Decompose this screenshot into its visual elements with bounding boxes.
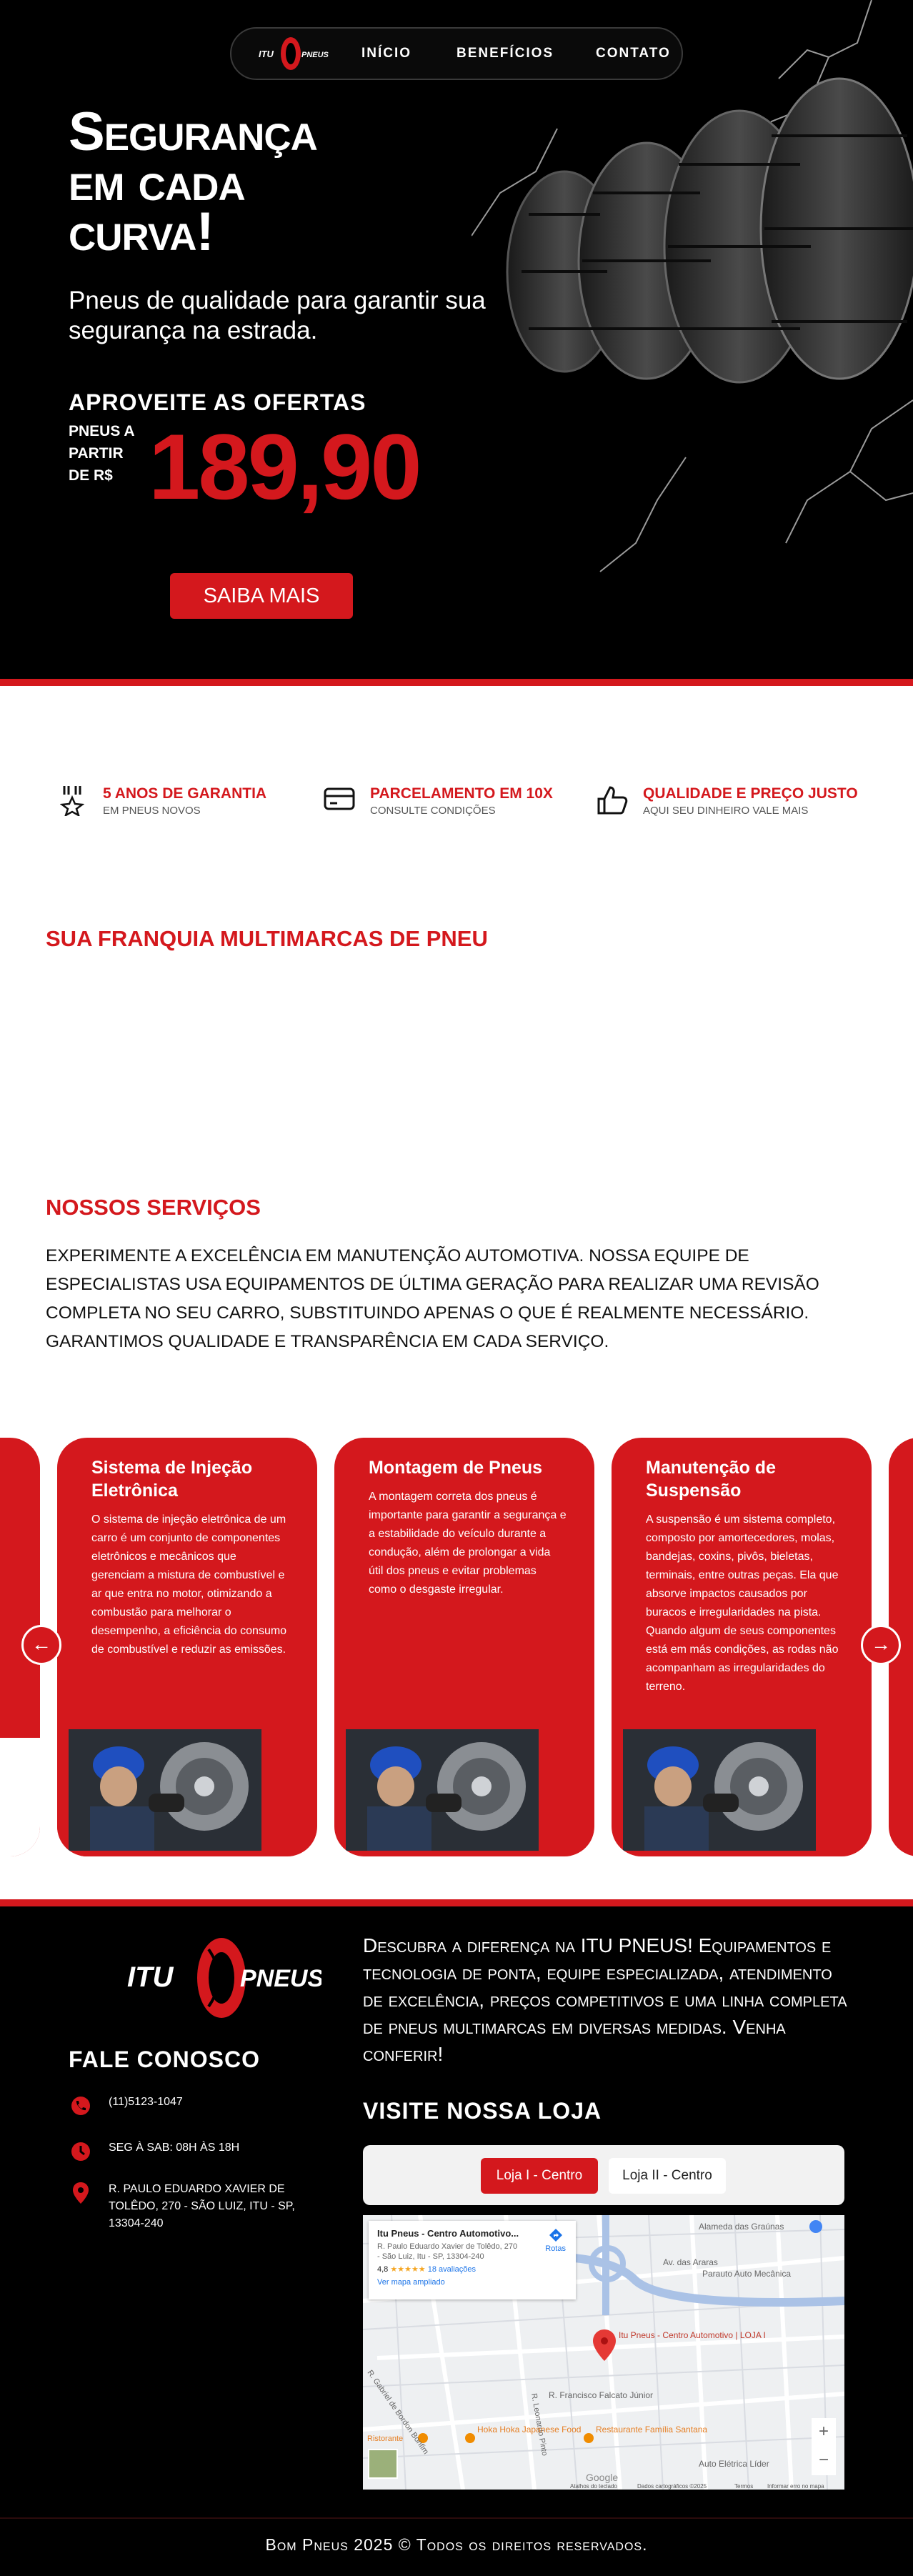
- directions-icon: [549, 2229, 562, 2242]
- footer-logo: ITU PNEUS: [121, 1935, 324, 2021]
- services-text: EXPERIMENTE A EXCELÊNCIA EM MANUTENÇÃO A…: [46, 1246, 819, 1351]
- footer: ITU PNEUS FALE CONOSCO (11)5123-1047 SEG…: [0, 1906, 913, 2576]
- visit-title: VISITE NOSSA LOJA: [363, 2098, 602, 2124]
- svg-text:ITU: ITU: [127, 1961, 174, 1993]
- tire-logo-icon: ITU PNEUS: [127, 1938, 324, 2018]
- map-rating: 4,8: [377, 2265, 389, 2274]
- service-card-body: A montagem correta dos pneus é important…: [369, 1491, 567, 1596]
- feature-warranty: 5 ANOS DE GARANTIA EM PNEUS NOVOS: [51, 785, 266, 827]
- nav-beneficios[interactable]: BENEFÍCIOS: [456, 46, 554, 61]
- feature-subtitle: AQUI SEU DINHEIRO VALE MAIS: [643, 805, 809, 817]
- tire-logo-icon: ITU PNEUS: [259, 37, 329, 70]
- feature-title: QUALIDADE E PREÇO JUSTO: [643, 785, 858, 802]
- copyright-divider: [0, 2517, 913, 2519]
- service-card-body: A suspensão é um sistema completo, compo…: [646, 1513, 839, 1693]
- feature-subtitle: CONSULTE CONDIÇÕES: [370, 805, 496, 817]
- map-pin-icon: [73, 2182, 89, 2204]
- service-card[interactable]: Manutenção de Suspensão A suspensão é um…: [612, 1438, 872, 1856]
- svg-text:PNEUS: PNEUS: [240, 1965, 321, 1992]
- svg-text:R. Francisco Falcato Júnior: R. Francisco Falcato Júnior: [549, 2390, 653, 2400]
- svg-text:ITU: ITU: [259, 49, 274, 59]
- footer-divider: [0, 1899, 913, 1906]
- clock-icon: [71, 2142, 90, 2161]
- medal-icon: [51, 785, 93, 826]
- services-carousel: Sistema de Injeção Eletrônica O sistema …: [0, 1438, 913, 1856]
- zoom-out-button: −: [819, 2450, 829, 2470]
- svg-text:Alameda das Graúnas: Alameda das Graúnas: [699, 2222, 784, 2232]
- contact-hours: SEG À SAB: 08H ÀS 18H: [69, 2139, 316, 2164]
- carousel-prev-button[interactable]: ←: [21, 1625, 61, 1665]
- nav-contato[interactable]: CONTATO: [596, 46, 671, 61]
- credit-card-icon: [319, 785, 360, 826]
- svg-text:Parauto Auto Mecânica: Parauto Auto Mecânica: [702, 2269, 791, 2279]
- top-nav: ITU PNEUS INÍCIO BENEFÍCIOS CONTATO: [230, 27, 683, 80]
- copyright: Bom Pneus 2025 © Todos os direitos reser…: [265, 2535, 648, 2554]
- tab-loja-1[interactable]: Loja I - Centro: [481, 2158, 598, 2194]
- contact-address-text: R. PAULO EDUARDO XAVIER DE TOLÊDO, 270 -…: [109, 2183, 295, 2229]
- contact-phone[interactable]: (11)5123-1047: [69, 2094, 316, 2118]
- hero-divider: [0, 679, 913, 686]
- thumbs-up-icon: [592, 785, 633, 826]
- svg-text:Itu Pneus - Centro Automotivo: Itu Pneus - Centro Automotivo | LOJA I: [619, 2330, 766, 2340]
- offer-title: APROVEITE AS OFERTAS: [69, 389, 366, 415]
- mechanic-image: [623, 1729, 816, 1851]
- hero-subtitle: Pneus de qualidade para garantir sua seg…: [69, 287, 486, 344]
- service-card-title: Montagem de Pneus: [369, 1458, 543, 1478]
- feature-quality: QUALIDADE E PREÇO JUSTO AQUI SEU DINHEIR…: [592, 785, 858, 827]
- svg-text:Dados cartográficos ©2025: Dados cartográficos ©2025: [637, 2483, 707, 2490]
- satellite-toggle: [368, 2449, 398, 2479]
- offer-price: 189,90: [149, 414, 422, 519]
- store-tabs: Loja I - Centro Loja II - Centro: [363, 2145, 844, 2205]
- map-place-card: Itu Pneus - Centro Automotivo... R. Paul…: [369, 2221, 576, 2299]
- svg-text:PNEUS: PNEUS: [301, 51, 329, 59]
- service-card[interactable]: Sistema de Injeção Eletrônica O sistema …: [57, 1438, 317, 1856]
- svg-text:Av. das Araras: Av. das Araras: [663, 2257, 718, 2267]
- feature-title: 5 ANOS DE GARANTIA: [103, 785, 267, 802]
- hero-section: ITU PNEUS INÍCIO BENEFÍCIOS CONTATO Segu…: [0, 0, 913, 679]
- offer-prefix: PNEUS A PARTIR DE R$: [69, 423, 134, 484]
- services-title: NOSSOS SERVIÇOS: [46, 1195, 261, 1220]
- svg-text:Auto Elétrica Líder: Auto Elétrica Líder: [699, 2459, 769, 2469]
- svg-text:Google: Google: [586, 2472, 618, 2483]
- mechanic-image: [69, 1729, 261, 1851]
- map-place-name: Itu Pneus - Centro Automotivo...: [377, 2228, 519, 2239]
- contact-phone-text: (11)5123-1047: [109, 2096, 183, 2108]
- contact-hours-text: SEG À SAB: 08H ÀS 18H: [109, 2142, 240, 2154]
- svg-text:Ristorante: Ristorante: [367, 2435, 403, 2443]
- saiba-mais-button[interactable]: SAIBA MAIS: [170, 573, 353, 619]
- about-text: Descubra a diferença na ITU PNEUS! Equip…: [363, 1934, 847, 2065]
- hero-title: Segurança em cada curva!: [69, 105, 469, 259]
- svg-text:Informar erro no mapa: Informar erro no mapa: [767, 2483, 824, 2490]
- feature-subtitle: EM PNEUS NOVOS: [103, 805, 201, 817]
- map-directions-button[interactable]: Rotas: [545, 2228, 566, 2253]
- carousel-next-button[interactable]: →: [861, 1625, 901, 1665]
- store-map[interactable]: Itu Pneus - Centro Automotivo | LOJA I A…: [363, 2215, 844, 2490]
- svg-text:Termos: Termos: [734, 2483, 753, 2490]
- map-enlarge-link[interactable]: Ver mapa ampliado: [377, 2278, 567, 2287]
- zoom-in-button: +: [819, 2422, 829, 2441]
- svg-text:Atalhos do teclado: Atalhos do teclado: [570, 2483, 617, 2490]
- contact-address[interactable]: R. PAULO EDUARDO XAVIER DE TOLÊDO, 270 -…: [69, 2181, 316, 2232]
- nav-inicio[interactable]: INÍCIO: [361, 46, 411, 61]
- nav-logo[interactable]: ITU PNEUS: [251, 36, 330, 71]
- hero-title-line: curva!: [69, 202, 214, 262]
- franquia-title: SUA FRANQUIA MULTIMARCAS DE PNEU: [46, 926, 488, 951]
- svg-text:Hoka Hoka Japanese Food: Hoka Hoka Japanese Food: [477, 2425, 581, 2435]
- contact-title: FALE CONOSCO: [69, 2047, 261, 2072]
- tab-loja-2[interactable]: Loja II - Centro: [609, 2158, 726, 2194]
- map-stars: ★★★★★: [390, 2265, 426, 2274]
- service-card[interactable]: Montagem de Pneus A montagem correta dos…: [334, 1438, 594, 1856]
- svg-text:Restaurante Família Santana: Restaurante Família Santana: [596, 2425, 707, 2435]
- service-card-title: Manutenção de Suspensão: [646, 1458, 776, 1501]
- phone-icon: [71, 2097, 90, 2115]
- mechanic-image: [346, 1729, 539, 1851]
- feature-installments: PARCELAMENTO EM 10X CONSULTE CONDIÇÕES: [319, 785, 553, 827]
- tires-image: [472, 0, 913, 572]
- map-place-address: R. Paulo Eduardo Xavier de Tolêdo, 270 -…: [377, 2242, 518, 2261]
- map-reviews-link[interactable]: 18 avaliações: [428, 2265, 476, 2274]
- feature-title: PARCELAMENTO EM 10X: [370, 785, 553, 802]
